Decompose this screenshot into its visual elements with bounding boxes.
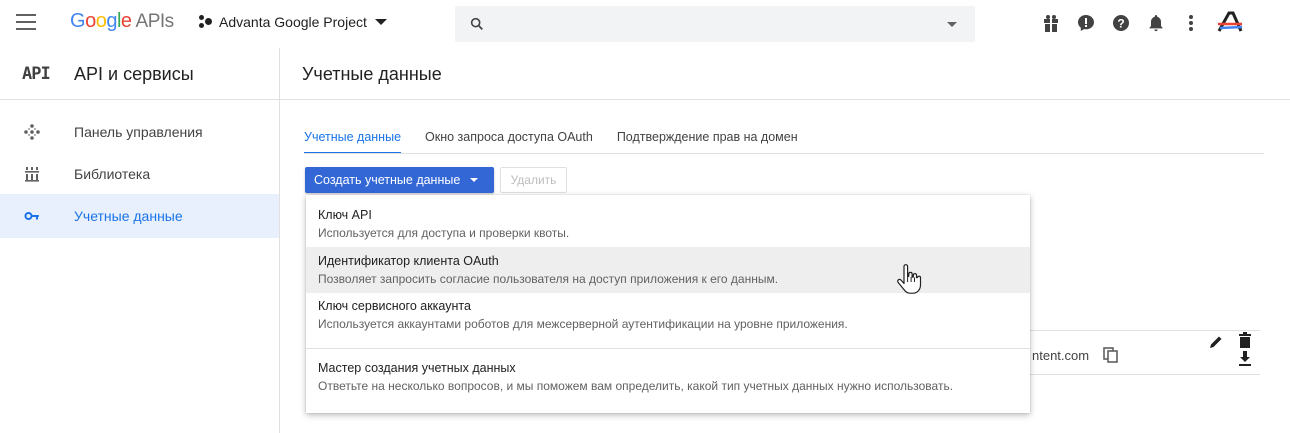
top-icons: ?	[1040, 11, 1258, 34]
sidebar-item-label: Панель управления	[74, 124, 203, 140]
sidebar-item-label: Библиотека	[74, 166, 151, 182]
menu-item-title: Ключ API	[318, 208, 372, 222]
menu-item-service-account-key[interactable]: Ключ сервисного аккаунта Используется ак…	[306, 293, 1030, 339]
table-divider	[1030, 330, 1260, 331]
logo-letter: o	[95, 10, 107, 32]
logo-suffix: APIs	[135, 11, 175, 32]
svg-text:?: ?	[1117, 17, 1124, 31]
copy-icon[interactable]	[1103, 347, 1119, 363]
search-dropdown-icon[interactable]	[947, 22, 957, 27]
feedback-icon[interactable]	[1075, 12, 1097, 34]
logo-letter: G	[70, 10, 86, 32]
menu-item-description: Используется для доступа и проверки квот…	[318, 226, 570, 240]
search-icon	[470, 17, 483, 30]
tab-oauth-consent[interactable]: Окно запроса доступа OAuth	[425, 124, 593, 154]
library-icon	[22, 164, 42, 184]
logo-letter: e	[120, 10, 132, 32]
sidebar-item-library[interactable]: Библиотека	[0, 152, 279, 196]
search-input[interactable]	[455, 6, 975, 42]
menu-item-credentials-wizard[interactable]: Мастер создания учетных данных Ответьте …	[306, 357, 1030, 405]
sidebar-item-dashboard[interactable]: Панель управления	[0, 110, 279, 154]
tabs-divider	[304, 153, 1264, 154]
sidebar-item-credentials[interactable]: Учетные данные	[0, 194, 279, 238]
avatar-icon[interactable]	[1215, 11, 1245, 34]
sidebar-header: API API и сервисы	[0, 48, 280, 100]
tab-credentials[interactable]: Учетные данные	[304, 124, 402, 154]
client-id-text: ntent.com	[1032, 348, 1090, 363]
top-bar: Google APIs Advanta Google Project ?	[0, 0, 1290, 48]
sidebar-item-label: Учетные данные	[74, 208, 183, 224]
notifications-icon[interactable]	[1145, 12, 1167, 34]
edit-icon[interactable]	[1208, 334, 1224, 350]
key-icon	[22, 206, 42, 226]
table-divider	[1030, 374, 1260, 375]
help-icon[interactable]: ?	[1110, 12, 1132, 34]
sidebar: Панель управления Библиотека Учетные дан…	[0, 100, 280, 433]
create-credentials-button[interactable]: Создать учетные данные	[305, 167, 494, 193]
hand-cursor-icon	[897, 264, 922, 294]
logo-letter: o	[85, 10, 96, 32]
api-badge-icon: API	[22, 64, 51, 84]
menu-item-description: Позволяет запросить согласие пользовател…	[318, 272, 779, 286]
menu-item-title: Ключ сервисного аккаунта	[318, 299, 471, 313]
gift-icon[interactable]	[1040, 12, 1062, 34]
google-apis-logo[interactable]: Google APIs	[70, 10, 174, 33]
trash-icon[interactable]	[1238, 332, 1252, 348]
logo-letter: g	[106, 10, 117, 32]
chevron-down-icon	[374, 19, 387, 25]
create-credentials-menu: Ключ API Используется для доступа и пров…	[306, 195, 1030, 413]
menu-item-description: Ответьте на несколько вопросов, и мы пом…	[318, 379, 954, 393]
tab-domain-verification[interactable]: Подтверждение прав на домен	[617, 124, 798, 154]
dashboard-icon	[22, 122, 42, 142]
page-title: Учетные данные	[302, 64, 442, 84]
delete-button[interactable]: Удалить	[500, 167, 567, 193]
menu-item-api-key[interactable]: Ключ API Используется для доступа и пров…	[306, 203, 1030, 249]
menu-item-description: Используется аккаунтами роботов для межс…	[318, 317, 848, 331]
page-header: Учетные данные	[280, 48, 1290, 100]
project-selector[interactable]: Advanta Google Project	[199, 14, 387, 30]
create-credentials-label: Создать учетные данные	[314, 173, 461, 187]
chevron-down-icon	[470, 178, 479, 182]
more-vert-icon[interactable]	[1180, 12, 1202, 34]
menu-item-title: Мастер создания учетных данных	[318, 361, 516, 375]
download-icon[interactable]	[1238, 351, 1252, 367]
menu-divider	[306, 348, 1030, 349]
project-name: Advanta Google Project	[219, 14, 367, 30]
hamburger-menu-icon[interactable]	[16, 14, 36, 32]
project-icon	[199, 15, 213, 29]
menu-item-title: Идентификатор клиента OAuth	[318, 254, 499, 268]
api-services-title: API и сервисы	[74, 64, 194, 84]
tabs: Учетные данные Окно запроса доступа OAut…	[304, 124, 822, 154]
